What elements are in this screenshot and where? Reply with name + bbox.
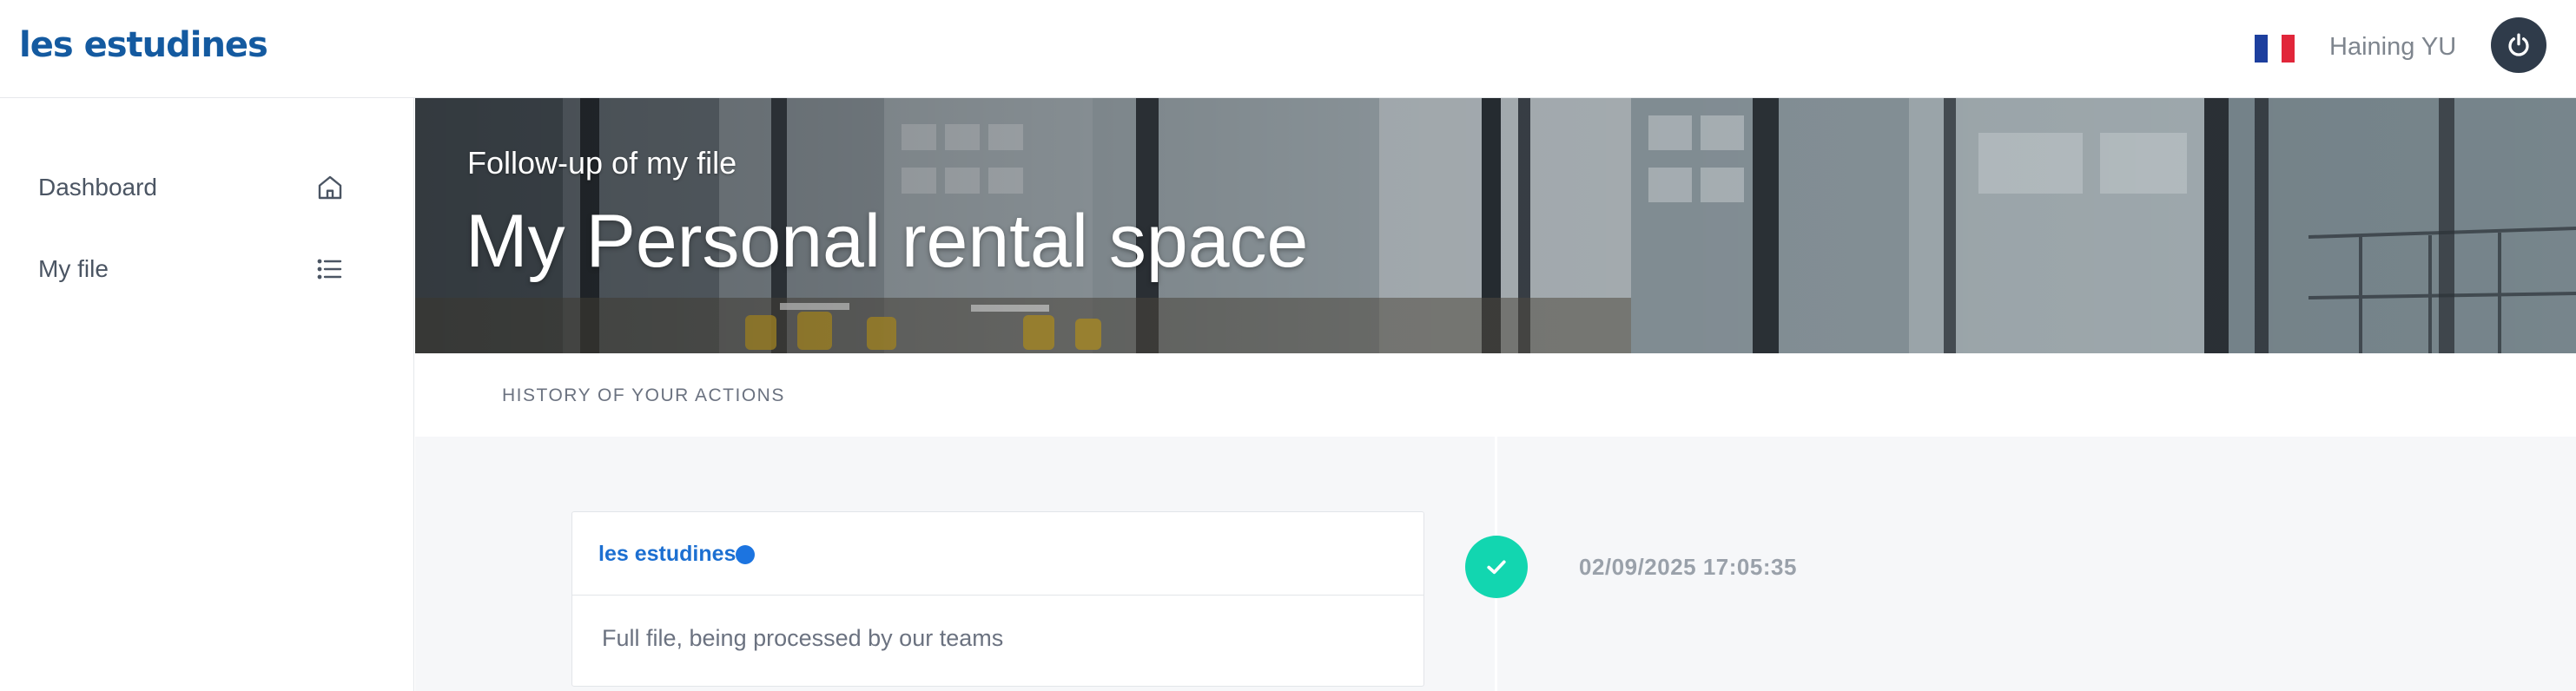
history-timeline: les estudines Full file, being processed… <box>415 437 2576 691</box>
history-entry-card: les estudines Full file, being processed… <box>571 511 1424 687</box>
sidebar: Dashboard My file <box>0 98 414 691</box>
history-header: HISTORY OF YOUR ACTIONS <box>415 353 2576 437</box>
history-entry-message: Full file, being processed by our teams <box>602 625 1004 651</box>
sidebar-item-label: My file <box>38 255 109 282</box>
status-badge <box>1465 536 1528 598</box>
history-entry-author: les estudines <box>598 542 736 566</box>
hero-banner: Follow-up of my file My Personal rental … <box>415 98 2576 353</box>
sidebar-item-my-file[interactable]: My file <box>0 234 414 304</box>
author-dot-icon <box>736 545 755 564</box>
logo[interactable]: les estudines <box>19 21 268 69</box>
hero-subtitle: Follow-up of my file <box>467 145 737 181</box>
power-icon <box>2508 33 2529 56</box>
page-title: My Personal rental space <box>466 200 1309 283</box>
sidebar-item-dashboard[interactable]: Dashboard <box>0 153 414 222</box>
logout-button[interactable] <box>2491 17 2546 73</box>
france-flag-icon[interactable] <box>2255 35 2295 63</box>
home-icon <box>318 175 342 200</box>
history-entry-timestamp: 02/09/2025 17:05:35 <box>1579 554 1797 580</box>
history-entry-header: les estudines <box>572 512 1423 596</box>
sidebar-item-label: Dashboard <box>38 174 157 201</box>
check-icon <box>1487 560 1506 575</box>
history-section-label: HISTORY OF YOUR ACTIONS <box>502 385 785 405</box>
user-name[interactable]: Haining YU <box>2329 30 2456 64</box>
list-icon <box>317 259 342 280</box>
top-bar: les estudines Haining YU <box>0 0 2576 98</box>
